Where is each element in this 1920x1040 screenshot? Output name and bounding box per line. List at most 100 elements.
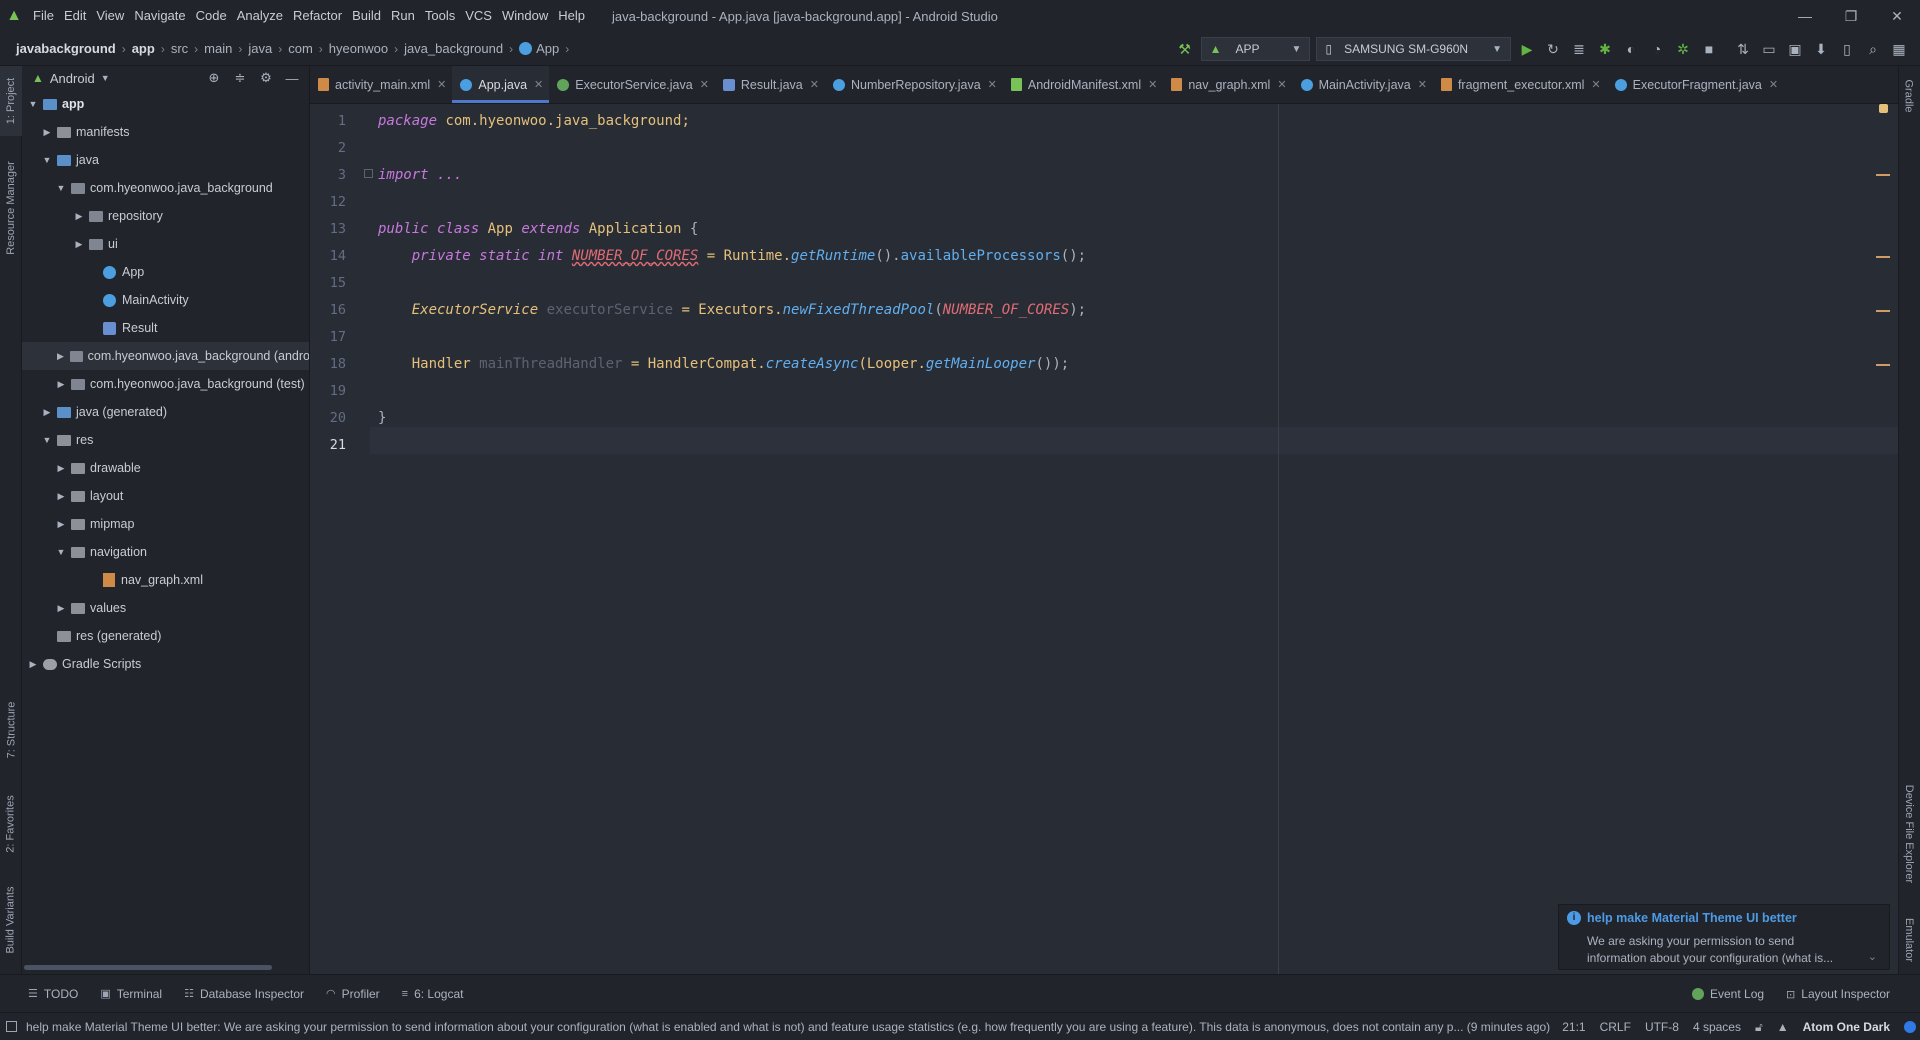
avd-manager-icon[interactable]: ▣ — [1782, 36, 1808, 62]
indent-setting[interactable]: 4 spaces — [1693, 1020, 1741, 1034]
tab-activity-main-xml[interactable]: activity_main.xml ✕ — [310, 66, 452, 103]
database-inspector-button[interactable]: ☷ Database Inspector — [184, 987, 304, 1001]
tab-result-java[interactable]: Result.java ✕ — [715, 66, 825, 103]
tab-fragment-executor-xml[interactable]: fragment_executor.xml ✕ — [1433, 66, 1607, 103]
project-view-select[interactable]: Android — [50, 71, 95, 86]
tree-item-package[interactable]: ▼ com.hyeonwoo.java_background — [22, 174, 309, 202]
close-icon[interactable]: ✕ — [1277, 78, 1286, 91]
breadcrumb-item[interactable]: java_background — [404, 41, 503, 56]
collapse-all-icon[interactable]: ≑ — [227, 70, 253, 86]
toggle-tool-windows-icon[interactable] — [6, 1021, 17, 1032]
collapsed-icon[interactable]: ▶ — [72, 211, 86, 222]
tab-nav-graph-xml[interactable]: nav_graph.xml ✕ — [1163, 66, 1292, 103]
run-icon[interactable]: ▶ — [1514, 36, 1540, 62]
error-stripe-marker[interactable] — [1876, 256, 1890, 258]
tab-device-file-explorer[interactable]: Device File Explorer — [1898, 766, 1920, 902]
status-message[interactable]: help make Material Theme UI better: We a… — [0, 1020, 1565, 1034]
material-theme-icon[interactable]: ▲ — [1777, 1020, 1789, 1034]
tree-item-navigation[interactable]: ▼ navigation — [22, 538, 309, 566]
caret-position[interactable]: 21:1 — [1562, 1020, 1585, 1034]
tree-item-java[interactable]: ▼ java — [22, 146, 309, 174]
error-stripe-marker[interactable] — [1876, 310, 1890, 312]
collapsed-icon[interactable]: ▶ — [54, 379, 68, 390]
code-token[interactable]: import ... — [378, 167, 462, 183]
tab-structure[interactable]: 7: Structure — [0, 686, 22, 774]
notification-balloon[interactable]: i help make Material Theme UI better We … — [1558, 904, 1890, 970]
collapsed-icon[interactable]: ▶ — [54, 603, 68, 614]
close-icon[interactable]: ✕ — [437, 78, 446, 91]
tree-item-package-androidtest[interactable]: ▶ com.hyeonwoo.java_background (andro — [22, 342, 309, 370]
close-icon[interactable]: ✕ — [700, 78, 709, 91]
event-log-button[interactable]: Event Log — [1692, 987, 1764, 1001]
apply-changes-icon[interactable]: ↻ — [1540, 36, 1566, 62]
profiler-button[interactable]: ◠ Profiler — [326, 987, 380, 1001]
close-icon[interactable]: ✕ — [1148, 78, 1157, 91]
theme-name[interactable]: Atom One Dark — [1803, 1020, 1890, 1034]
tree-item-res-generated[interactable]: res (generated) — [22, 622, 309, 650]
code-editor[interactable]: 1 2 3 12 13 14 15 16 17 18 19 20 21 pack… — [310, 104, 1900, 974]
tab-build-variants[interactable]: Build Variants — [0, 870, 22, 970]
close-icon[interactable]: ✕ — [810, 78, 819, 91]
expanded-icon[interactable]: ▼ — [54, 547, 68, 557]
file-encoding[interactable]: UTF-8 — [1645, 1020, 1679, 1034]
lock-icon[interactable]: 🔓︎ — [1755, 1020, 1763, 1035]
status-indicator-icon[interactable] — [1904, 1021, 1916, 1033]
line-separator[interactable]: CRLF — [1600, 1020, 1631, 1034]
horizontal-scrollbar[interactable] — [24, 965, 272, 970]
logcat-button[interactable]: ≡ 6: Logcat — [402, 987, 464, 1001]
run-config-select[interactable]: ▲ APP ▼ — [1200, 37, 1311, 61]
collapsed-icon[interactable]: ▶ — [40, 407, 54, 418]
search-icon[interactable]: ⌕ — [1860, 36, 1886, 62]
menu-build[interactable]: Build — [347, 0, 386, 32]
stop-icon[interactable]: ■ — [1696, 36, 1722, 62]
breadcrumb-item[interactable]: hyeonwoo — [329, 41, 388, 56]
collapsed-icon[interactable]: ▶ — [40, 127, 54, 138]
close-icon[interactable]: ✕ — [988, 78, 997, 91]
close-icon[interactable]: ✕ — [1418, 78, 1427, 91]
collapsed-icon[interactable]: ▶ — [54, 463, 68, 474]
expanded-icon[interactable]: ▼ — [26, 99, 40, 109]
chevron-down-icon[interactable]: ▼ — [101, 73, 110, 83]
menu-help[interactable]: Help — [553, 0, 590, 32]
tree-item-mipmap[interactable]: ▶ mipmap — [22, 510, 309, 538]
breadcrumb-item[interactable]: app — [132, 41, 155, 56]
device-manager-icon[interactable]: ▯ — [1834, 36, 1860, 62]
breadcrumb-item[interactable]: src — [171, 41, 188, 56]
close-icon[interactable]: ✕ — [534, 78, 543, 91]
menu-run[interactable]: Run — [386, 0, 420, 32]
notification-title[interactable]: help make Material Theme UI better — [1587, 911, 1797, 925]
close-icon[interactable]: ✕ — [1874, 0, 1920, 32]
hide-icon[interactable]: — — [279, 71, 305, 86]
tree-item-res[interactable]: ▼ res — [22, 426, 309, 454]
sdk-manager-icon[interactable]: ⬇ — [1808, 36, 1834, 62]
attach-debugger-icon[interactable]: ✲ — [1670, 36, 1696, 62]
restore-icon[interactable]: ❐ — [1828, 0, 1874, 32]
gear-icon[interactable]: ⚙ — [253, 70, 279, 86]
tree-item-app[interactable]: ▼ app — [22, 90, 309, 118]
tab-emulator[interactable]: Emulator — [1898, 906, 1920, 974]
tree-item-manifests[interactable]: ▶ manifests — [22, 118, 309, 146]
menu-view[interactable]: View — [91, 0, 129, 32]
tree-item-values[interactable]: ▶ values — [22, 594, 309, 622]
tab-mainactivity-java[interactable]: MainActivity.java ✕ — [1293, 66, 1433, 103]
tree-item-result[interactable]: Result — [22, 314, 309, 342]
collapsed-icon[interactable]: ▶ — [54, 351, 67, 362]
menu-vcs[interactable]: VCS — [460, 0, 497, 32]
error-stripe-marker[interactable] — [1876, 174, 1890, 176]
hammer-icon[interactable]: ⚒ — [1172, 36, 1198, 62]
todo-button[interactable]: ☰ TODO — [28, 987, 78, 1001]
tab-executorfragment-java[interactable]: ExecutorFragment.java ✕ — [1607, 66, 1784, 103]
tab-executorservice-java[interactable]: ExecutorService.java ✕ — [549, 66, 715, 103]
collapsed-icon[interactable]: ▶ — [72, 239, 86, 250]
menu-tools[interactable]: Tools — [420, 0, 460, 32]
device-select[interactable]: ▯ SAMSUNG SM-G960N ▼ — [1316, 37, 1511, 61]
expanded-icon[interactable]: ▼ — [54, 183, 68, 193]
expanded-icon[interactable]: ▼ — [40, 155, 54, 165]
tab-project[interactable]: 1: Project — [0, 66, 22, 136]
tree-item-ui[interactable]: ▶ ui — [22, 230, 309, 258]
tree-item-drawable[interactable]: ▶ drawable — [22, 454, 309, 482]
locate-icon[interactable]: ⊕ — [201, 70, 227, 86]
tree-item-layout[interactable]: ▶ layout — [22, 482, 309, 510]
chevron-down-icon[interactable]: ⌄ — [1868, 950, 1877, 963]
warning-indicator-icon[interactable] — [1879, 104, 1888, 113]
